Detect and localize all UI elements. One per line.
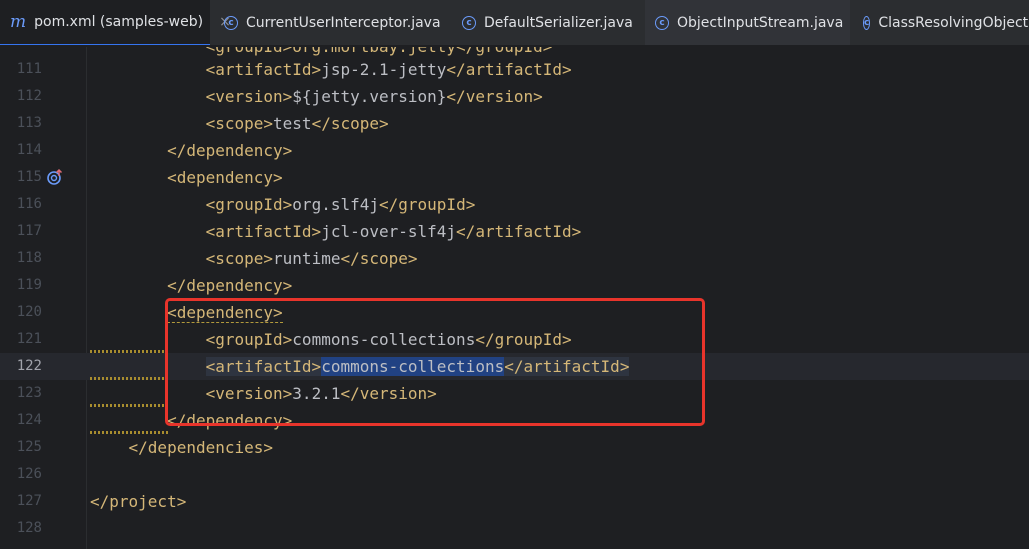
code-line-127[interactable]: 127 </project> — [0, 488, 1029, 515]
line-number: 112 — [16, 88, 42, 104]
line-number: 125 — [16, 439, 42, 455]
warning-squiggle — [90, 431, 170, 434]
code-text: </dependency> — [167, 141, 293, 160]
line-number: 116 — [16, 196, 42, 212]
line-number: 123 — [16, 385, 42, 401]
code-line-114[interactable]: 114 </dependency> — [0, 137, 1029, 164]
tab-object-input-stream[interactable]: c ObjectInputStream.java — [645, 0, 850, 45]
code-line-117[interactable]: 117 <artifactId>jcl-over-slf4j</artifact… — [0, 218, 1029, 245]
tab-current-user-interceptor[interactable]: c CurrentUserInterceptor.java — [214, 0, 444, 45]
tab-class-resolving-object-input[interactable]: c ClassResolvingObjectIn — [853, 0, 1029, 45]
code-editor[interactable]: <groupId>org.mortbay.jetty</groupId> 111… — [0, 47, 1029, 549]
code-line-125[interactable]: 125 </dependencies> — [0, 434, 1029, 461]
line-number: 118 — [16, 250, 42, 266]
code-text: </dependencies> — [128, 438, 274, 457]
tab-label: ClassResolvingObjectIn — [878, 15, 1029, 31]
code-line-128[interactable]: 128 — [0, 515, 1029, 542]
line-number: 117 — [16, 223, 42, 239]
line-number: 126 — [16, 466, 42, 482]
code-line-115[interactable]: 115 <dependency> — [0, 164, 1029, 191]
code-line-112[interactable]: 112 <version>${jetty.version}</version> — [0, 83, 1029, 110]
line-number: 113 — [16, 115, 42, 131]
warning-squiggle — [90, 404, 170, 407]
class-icon: c — [224, 16, 238, 30]
overrides-icon[interactable] — [46, 168, 64, 186]
highlight-annotation-box — [165, 298, 705, 426]
tab-default-serializer[interactable]: c DefaultSerializer.java — [452, 0, 642, 45]
warning-squiggle — [90, 350, 170, 353]
line-number: 127 — [16, 493, 42, 509]
code-text: <groupId>org.slf4j</groupId> — [205, 195, 476, 214]
line-number: 122 — [16, 358, 42, 374]
line-number: 115 — [16, 169, 42, 185]
class-icon: c — [655, 16, 669, 30]
code-text: <version>${jetty.version}</version> — [205, 87, 543, 106]
tab-label: DefaultSerializer.java — [484, 15, 633, 31]
line-number: 124 — [16, 412, 42, 428]
class-icon: c — [462, 16, 476, 30]
code-line-126[interactable]: 126 — [0, 461, 1029, 488]
code-line-119[interactable]: 119 </dependency> — [0, 272, 1029, 299]
line-number: 120 — [16, 304, 42, 320]
code-text: </project> — [90, 492, 187, 511]
line-number: 128 — [16, 520, 42, 536]
code-line-118[interactable]: 118 <scope>runtime</scope> — [0, 245, 1029, 272]
warning-squiggle — [90, 377, 170, 380]
line-number: 119 — [16, 277, 42, 293]
code-text: </dependency> — [167, 276, 293, 295]
tab-label: pom.xml (samples-web) — [34, 14, 204, 30]
tab-pom-xml[interactable]: m pom.xml (samples-web) × — [0, 0, 231, 45]
class-icon: c — [863, 16, 871, 30]
maven-icon: m — [10, 12, 27, 32]
code-line-111[interactable]: 111 <artifactId>jsp-2.1-jetty</artifactI… — [0, 56, 1029, 83]
tab-label: ObjectInputStream.java — [677, 15, 844, 31]
line-number: 111 — [16, 61, 42, 77]
code-line-116[interactable]: 116 <groupId>org.slf4j</groupId> — [0, 191, 1029, 218]
code-line-113[interactable]: 113 <scope>test</scope> — [0, 110, 1029, 137]
code-text: <scope>test</scope> — [205, 114, 389, 133]
code-text: <dependency> — [167, 168, 283, 187]
code-text: <artifactId>jsp-2.1-jetty</artifactId> — [205, 60, 572, 79]
line-number: 121 — [16, 331, 42, 347]
line-number: 114 — [16, 142, 42, 158]
code-text: <artifactId>jcl-over-slf4j</artifactId> — [205, 222, 582, 241]
code-text: <scope>runtime</scope> — [205, 249, 418, 268]
tab-label: CurrentUserInterceptor.java — [246, 15, 441, 31]
editor-tab-bar: m pom.xml (samples-web) × c CurrentUserI… — [0, 0, 1029, 46]
